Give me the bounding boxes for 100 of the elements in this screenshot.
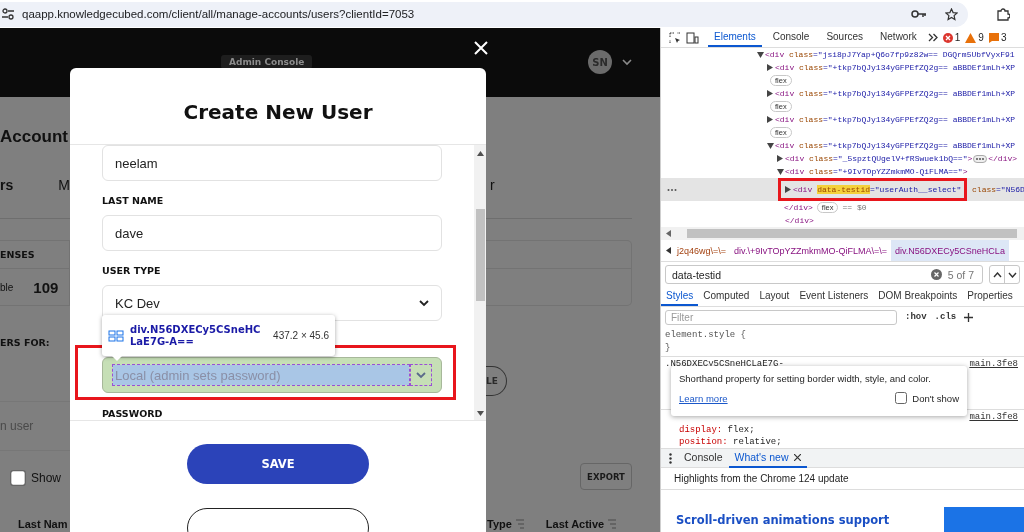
menu-dots-icon[interactable] [669,452,672,464]
styles-tab[interactable]: Styles [661,287,699,306]
column-header[interactable]: Type [487,518,512,530]
collapsed-icon[interactable] [785,186,791,193]
expanded-icon[interactable] [767,142,774,149]
collapsed-icon[interactable] [777,155,783,162]
html-code: class="N56D [971,184,1024,196]
chevron-down-icon [416,371,426,379]
drawer-tab[interactable]: Console [678,448,729,468]
page-title: Account [0,126,69,148]
export-button[interactable]: EXPORT [580,463,632,490]
breadcrumb[interactable]: j2q46wg\=\= [673,240,731,261]
field-label: PASSWORD [102,408,164,420]
collapsed-icon[interactable] [767,64,773,71]
source-link[interactable]: main.3fe8 [969,359,1018,369]
chevron-down-icon [419,299,429,307]
dom-node[interactable]: <div class="+tkp7bQJy134yGFPEfZQ2g== aBBDEf1mLh+XP [661,61,1024,74]
dom-node[interactable]: <div class="+tkp7bQJy134yGFPEfZQ2g== aBBDEf1mLh+XP [661,139,1024,152]
modal-title: Create New User [182,101,374,123]
checkbox-label: Show [31,471,62,485]
stat-value: 109 [33,278,59,296]
key-icon[interactable] [911,8,927,20]
issue-count[interactable]: 9 [978,32,984,43]
node-marker: == $0 [842,202,867,214]
page-tab[interactable]: M [58,177,70,200]
expanded-icon[interactable] [777,168,784,175]
checkbox-label: Don't show [912,392,959,404]
sort-icon [608,519,617,529]
styles-tab[interactable]: Properties [962,287,1018,306]
sort-icon [515,519,524,529]
devtools-tab[interactable]: Network [874,28,923,47]
checkbox[interactable] [10,470,26,486]
styles-tab[interactable]: DOM Breakpoints [873,287,963,306]
styles-tab[interactable]: Layout [754,287,795,306]
device-icon[interactable] [686,31,699,44]
source-link[interactable]: main.3fe8 [969,412,1018,422]
panel-label: ENSES [0,249,35,260]
collapsed-icon[interactable] [767,116,773,123]
column-header[interactable]: Last Active [545,518,605,530]
css-rule-close: } [665,342,672,355]
inspect-icon[interactable] [669,31,681,44]
field-label: LAST NAME [102,195,165,207]
scroll-left-icon[interactable] [666,247,671,254]
page-tab[interactable]: r [490,177,495,200]
save-button[interactable]: SAVE [187,444,369,484]
dom-node[interactable]: <div class="+tkp7bQJy134yGFPEfZQ2g== aBBDEf1mLh+XP [661,113,1024,126]
breadcrumb[interactable]: div.\+9IvTOpYZZmkmMO-QiFLMA\=\= [730,240,891,261]
chevron-down-icon[interactable] [622,59,632,66]
filter-field[interactable]: Filter [665,309,897,325]
dom-node[interactable]: <div class="_5spztQUgelV+fRSwuek1bQ=="> </div> [661,152,1024,165]
styles-tab[interactable]: Event Listeners [794,287,874,306]
class-toggle[interactable]: .cls [934,312,957,322]
text-field[interactable]: neelam [102,145,442,181]
breadcrumb[interactable]: div.N56DXECy5CSneHCLa [891,240,1009,261]
dom-node[interactable]: <div class="+tkp7bQJy134yGFPEfZQ2g== aBBDEf1mLh+XP [661,87,1024,100]
html-code: <div class="+tkp7bQJy134yGFPEfZQ2g== aBBDEf1mLh+XP [775,88,1016,100]
learn-more-link[interactable]: Learn more [679,392,728,404]
stat-label: ble [0,281,14,293]
filter-label: ERS FOR: [0,336,51,350]
devtools-tab[interactable]: Sources [820,28,870,47]
css-rule-header: element.style { [665,329,747,342]
warning-icon [965,32,977,43]
css-declaration: display: flex; [678,424,756,436]
tune-icon[interactable] [2,8,14,20]
expanded-icon[interactable] [757,51,764,58]
page-tab[interactable]: rs [0,177,14,200]
devtools-tab[interactable]: Console [766,28,816,47]
feature-link[interactable]: Scroll-driven animations support [676,513,890,527]
issue-count[interactable]: 3 [1000,32,1007,43]
star-icon[interactable] [945,7,958,21]
hover-toggle[interactable]: :hov [905,312,927,322]
devtools-tab[interactable]: Elements [708,28,762,47]
plus-icon[interactable] [964,312,974,322]
checkbox[interactable] [895,392,908,404]
field-label: USER TYPE [102,265,162,277]
clear-icon[interactable] [930,269,942,280]
tooltip-text: Shorthand property for setting border width, style, and color. [679,373,932,384]
styles-tab[interactable]: Computed [698,287,755,306]
puzzle-icon[interactable] [996,7,1010,21]
issue-count[interactable]: 1 [954,32,961,43]
dom-node[interactable]: <div class="+9IvTOpYZZmkmMO-QiFLMA=="> [661,165,1024,178]
html-code: <div class="+tkp7bQJy134yGFPEfZQ2g== aBBDEf1mLh+XP [775,140,1016,152]
flex-icon [108,329,124,342]
next-icon[interactable] [1007,271,1017,278]
dom-node[interactable]: <div class="jsi8pJ7Yap+Q6o7fp9z82w== DGQrm5UbfVyxF91 [661,48,1024,61]
previous-icon[interactable] [992,271,1002,278]
html-code: <div class="+tkp7bQJy134yGFPEfZQ2g== aBBDEf1mLh+XP [775,114,1016,126]
html-code: </div> [988,153,1018,165]
search-input[interactable]: data-testid [672,268,925,281]
column-header[interactable]: Last Nam [18,518,68,530]
search-field[interactable]: data-testid 5 of 7 [665,265,983,284]
css-declaration: position: relative; [678,436,783,448]
drawer-tab[interactable]: What's new [728,448,808,468]
collapsed-icon[interactable] [767,90,773,97]
element-selector: div.N56DXECy5CSneHCLaE7G-A== [130,323,262,348]
html-code: <div class="_5spztQUgelV+fRSwuek1bQ=="> [785,153,973,165]
more-tabs-icon[interactable] [927,33,938,42]
element-size: 437.2 × 45.6 [273,330,329,341]
text-field[interactable]: dave [102,215,442,251]
close-icon[interactable] [794,453,802,461]
